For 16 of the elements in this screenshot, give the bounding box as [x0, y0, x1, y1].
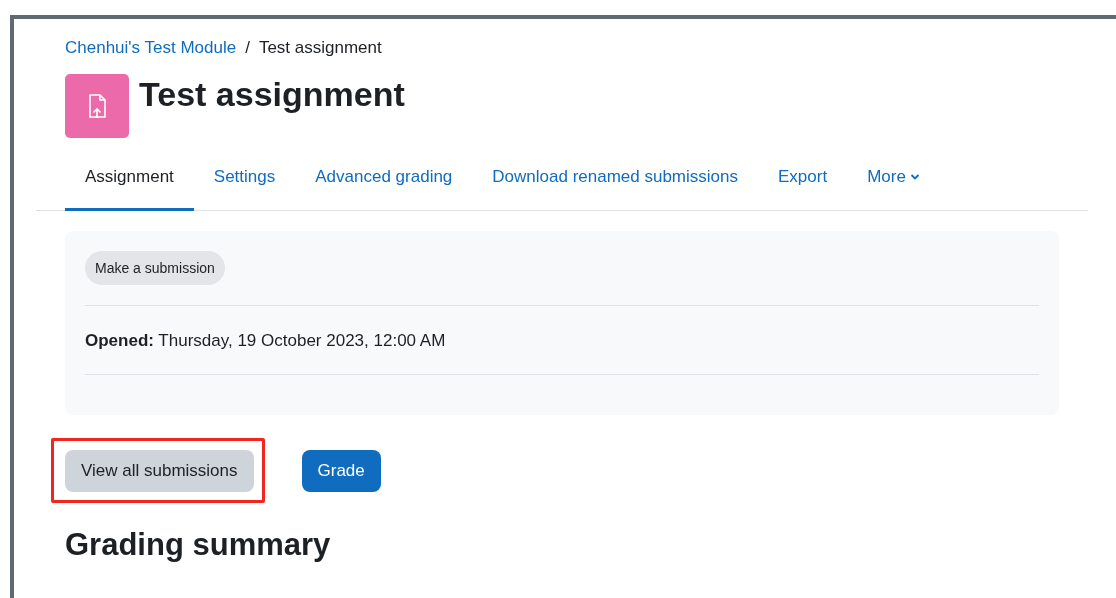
- nav-tab[interactable]: Export: [758, 154, 848, 211]
- nav-tab[interactable]: Advanced grading: [295, 154, 473, 211]
- nav-tab[interactable]: Assignment: [65, 154, 194, 211]
- section-heading: Grading summary: [65, 527, 332, 563]
- nav-tab[interactable]: More: [847, 154, 940, 211]
- breadcrumb-separator: /: [245, 38, 250, 58]
- nav-tab[interactable]: Download renamed submissions: [472, 154, 758, 211]
- action-button[interactable]: View all submissions: [65, 450, 254, 492]
- page-title: Test assignment: [139, 74, 405, 114]
- breadcrumb-current: Test assignment: [258, 38, 382, 58]
- breadcrumb-link[interactable]: Chenhui's Test Module: [65, 38, 237, 58]
- opened-date: Opened: Thursday, 19 October 2023, 12:00 AM: [85, 331, 446, 350]
- nav-tab[interactable]: Settings: [193, 154, 296, 211]
- assignment-upload-icon: [65, 74, 129, 138]
- status-badge: Make a submission: [85, 251, 225, 285]
- action-button[interactable]: Grade: [301, 449, 381, 492]
